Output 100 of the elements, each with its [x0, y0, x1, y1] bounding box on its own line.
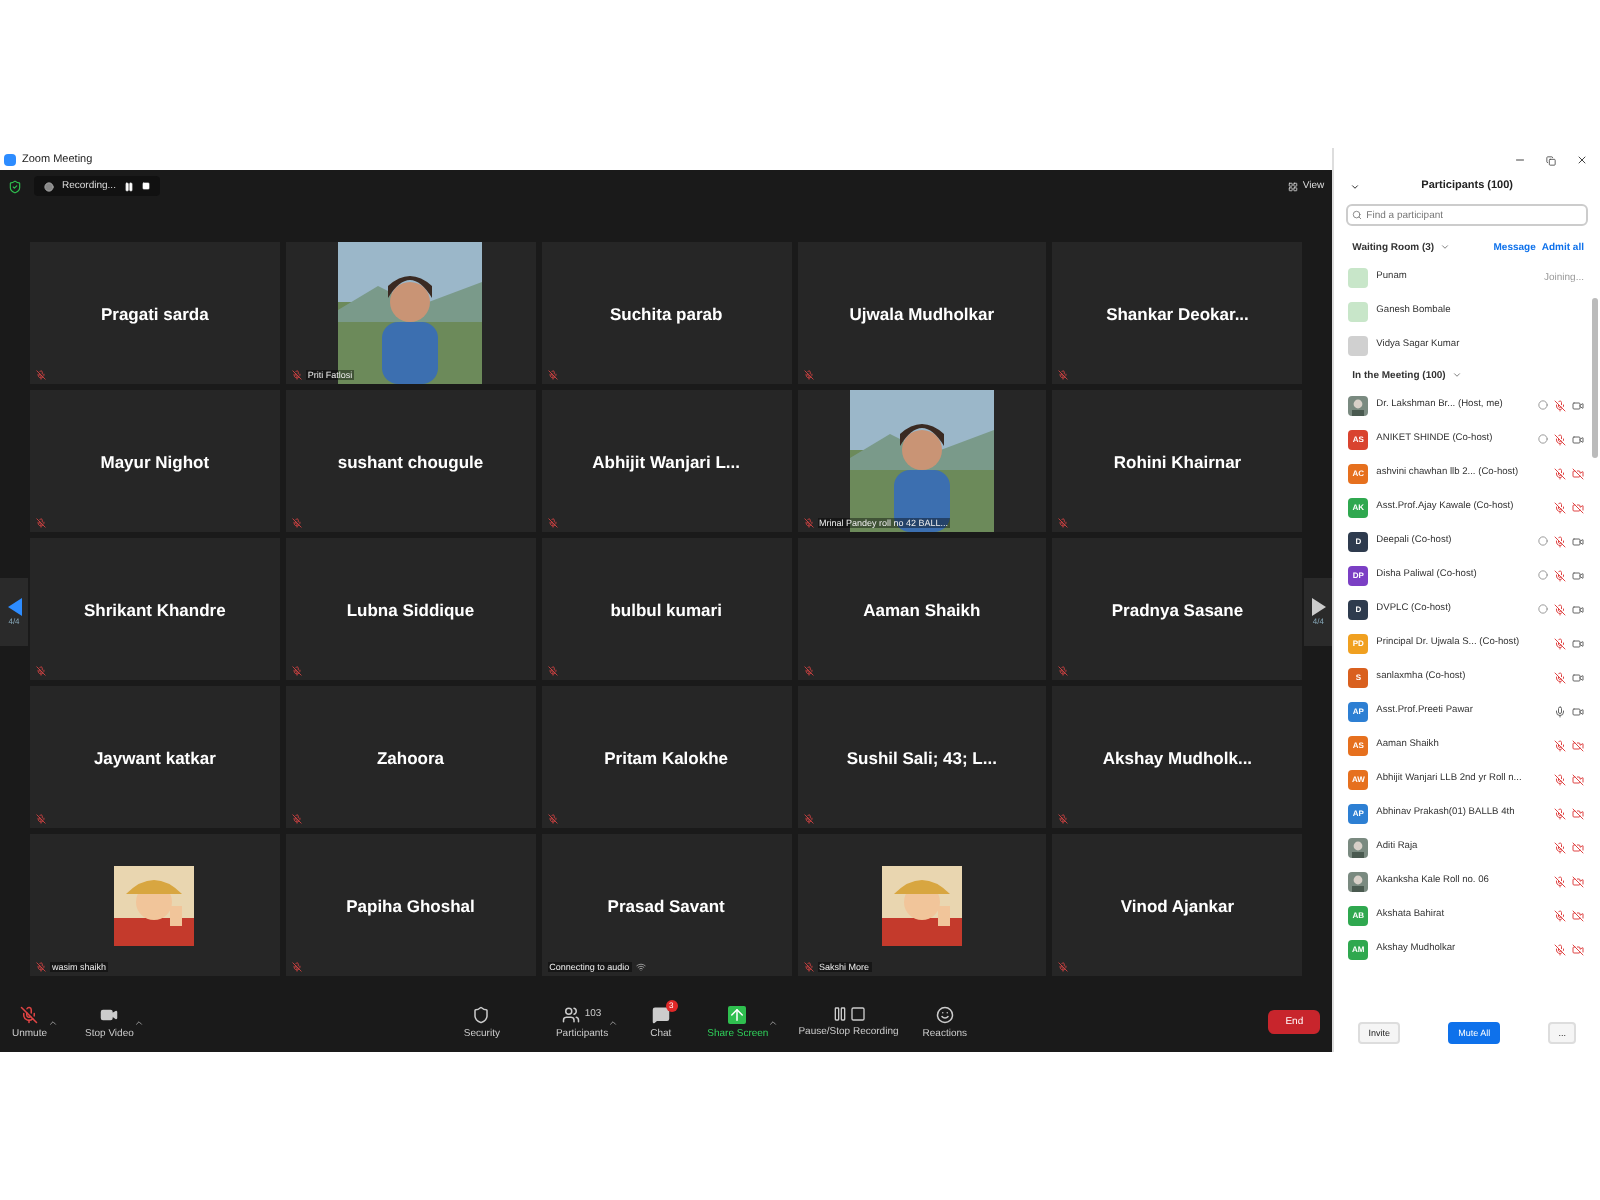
muted-mic-icon[interactable]	[1554, 773, 1566, 785]
muted-mic-icon	[1058, 370, 1069, 380]
search-icon	[1352, 210, 1363, 220]
people-icon	[562, 1005, 581, 1023]
left-arrow-icon	[7, 597, 21, 615]
muted-mic-icon	[547, 518, 558, 528]
muted-mic-icon	[36, 518, 46, 528]
participant-name: Jaywant katkar	[93, 747, 216, 767]
participant-name: Pritam Kalokhe	[604, 747, 729, 767]
muted-mic-icon	[803, 518, 813, 528]
participant-name: Shrikant Khandre	[83, 599, 226, 619]
participant-name: Aaman Shaikh	[863, 599, 981, 619]
muted-mic-icon[interactable]	[1554, 807, 1566, 819]
video-icon[interactable]	[1572, 671, 1584, 683]
shield-icon[interactable]	[8, 179, 22, 193]
participant-name: Mayur Nighot	[100, 451, 210, 471]
muted-mic-icon[interactable]	[1554, 841, 1566, 853]
stop-icon[interactable]	[141, 182, 150, 190]
muted-mic-icon	[36, 962, 46, 972]
participant-name: Vinod Ajankar	[1120, 895, 1235, 915]
video-icon[interactable]	[1572, 637, 1584, 649]
muted-mic-icon[interactable]	[1554, 875, 1566, 887]
video-icon[interactable]	[1572, 433, 1584, 445]
recording-icon	[44, 181, 54, 191]
muted-mic-icon	[547, 814, 558, 824]
muted-mic-icon	[36, 666, 46, 676]
video-off-icon[interactable]	[1572, 739, 1584, 751]
muted-mic-icon	[291, 962, 302, 972]
muted-mic-icon[interactable]	[1554, 603, 1566, 615]
video-off-icon[interactable]	[1572, 943, 1584, 955]
video-camera-icon	[100, 1005, 119, 1023]
muted-mic-icon[interactable]	[1554, 739, 1566, 751]
caret-icon[interactable]	[1440, 242, 1451, 252]
video-off-icon[interactable]	[1572, 807, 1584, 819]
muted-mic-icon[interactable]	[1554, 909, 1566, 921]
muted-mic-icon[interactable]	[1554, 433, 1566, 445]
participant-name: Sushil Sali; 43; L...	[846, 747, 997, 767]
chat-icon	[651, 1005, 670, 1023]
participant-name: Shankar Deokar...	[1106, 303, 1249, 323]
caret-icon[interactable]	[47, 1017, 58, 1027]
muted-mic-icon	[291, 814, 302, 824]
muted-mic-icon[interactable]	[1554, 569, 1566, 581]
participant-name: Akshay Mudholk...	[1102, 747, 1253, 767]
muted-mic-icon	[1058, 666, 1069, 676]
participant-name: Lubna Siddique	[346, 599, 475, 619]
muted-mic-icon	[803, 962, 813, 972]
video-icon[interactable]	[1572, 603, 1584, 615]
muted-mic-icon	[1058, 814, 1069, 824]
muted-mic-icon	[547, 370, 558, 380]
muted-mic-icon[interactable]	[1554, 399, 1566, 411]
video-off-icon[interactable]	[1572, 773, 1584, 785]
muted-mic-icon	[803, 814, 813, 824]
participant-name: Suchita parab	[609, 303, 723, 323]
video-off-icon[interactable]	[1572, 841, 1584, 853]
restore-icon[interactable]	[1546, 155, 1556, 165]
muted-mic-icon[interactable]	[1554, 467, 1566, 479]
close-icon[interactable]	[1576, 154, 1588, 166]
muted-mic-icon[interactable]	[1554, 501, 1566, 513]
caret-icon[interactable]	[133, 1017, 144, 1027]
pause-icon[interactable]	[123, 181, 134, 191]
muted-mic-icon	[1058, 962, 1069, 972]
muted-mic-icon	[291, 518, 302, 528]
muted-mic-icon[interactable]	[1554, 671, 1566, 683]
video-icon[interactable]	[1572, 705, 1584, 717]
right-arrow-icon	[1311, 597, 1326, 615]
video-icon[interactable]	[1572, 535, 1584, 547]
muted-mic-icon[interactable]	[1554, 637, 1566, 649]
smiley-icon	[935, 1005, 954, 1023]
participant-name: Ujwala Mudholkar	[849, 303, 995, 323]
video-icon[interactable]	[1572, 569, 1584, 581]
video-off-icon[interactable]	[1572, 909, 1584, 921]
participant-name: Prasad Savant	[607, 895, 725, 915]
caret-icon[interactable]	[768, 1017, 779, 1027]
grid-icon	[1288, 181, 1299, 191]
muted-mic-icon	[803, 666, 813, 676]
minimize-icon[interactable]	[1514, 154, 1526, 166]
participant-name: Papiha Ghoshal	[346, 895, 475, 915]
video-off-icon[interactable]	[1572, 501, 1584, 513]
video-icon[interactable]	[1572, 399, 1584, 411]
muted-mic-icon[interactable]	[1554, 535, 1566, 547]
muted-mic-icon	[1058, 518, 1069, 528]
muted-mic-icon	[291, 666, 302, 676]
stop-icon	[849, 1006, 866, 1022]
video-off-icon[interactable]	[1572, 875, 1584, 887]
muted-mic-icon	[803, 370, 813, 380]
video-off-icon[interactable]	[1572, 467, 1584, 479]
muted-mic-icon	[547, 666, 558, 676]
muted-mic-icon	[36, 814, 46, 824]
muted-mic-icon[interactable]	[1554, 943, 1566, 955]
shield-icon	[472, 1005, 491, 1023]
caret-icon[interactable]	[1451, 370, 1462, 380]
muted-mic-icon	[36, 370, 46, 380]
muted-mic-icon	[20, 1005, 39, 1023]
connecting-icon	[635, 962, 646, 972]
caret-icon[interactable]	[608, 1017, 619, 1027]
muted-mic-icon	[291, 370, 302, 380]
app-icon	[4, 153, 16, 165]
participant-name: Zahoora	[376, 747, 444, 767]
mic-icon[interactable]	[1554, 705, 1566, 717]
collapse-icon[interactable]	[1350, 181, 1361, 191]
